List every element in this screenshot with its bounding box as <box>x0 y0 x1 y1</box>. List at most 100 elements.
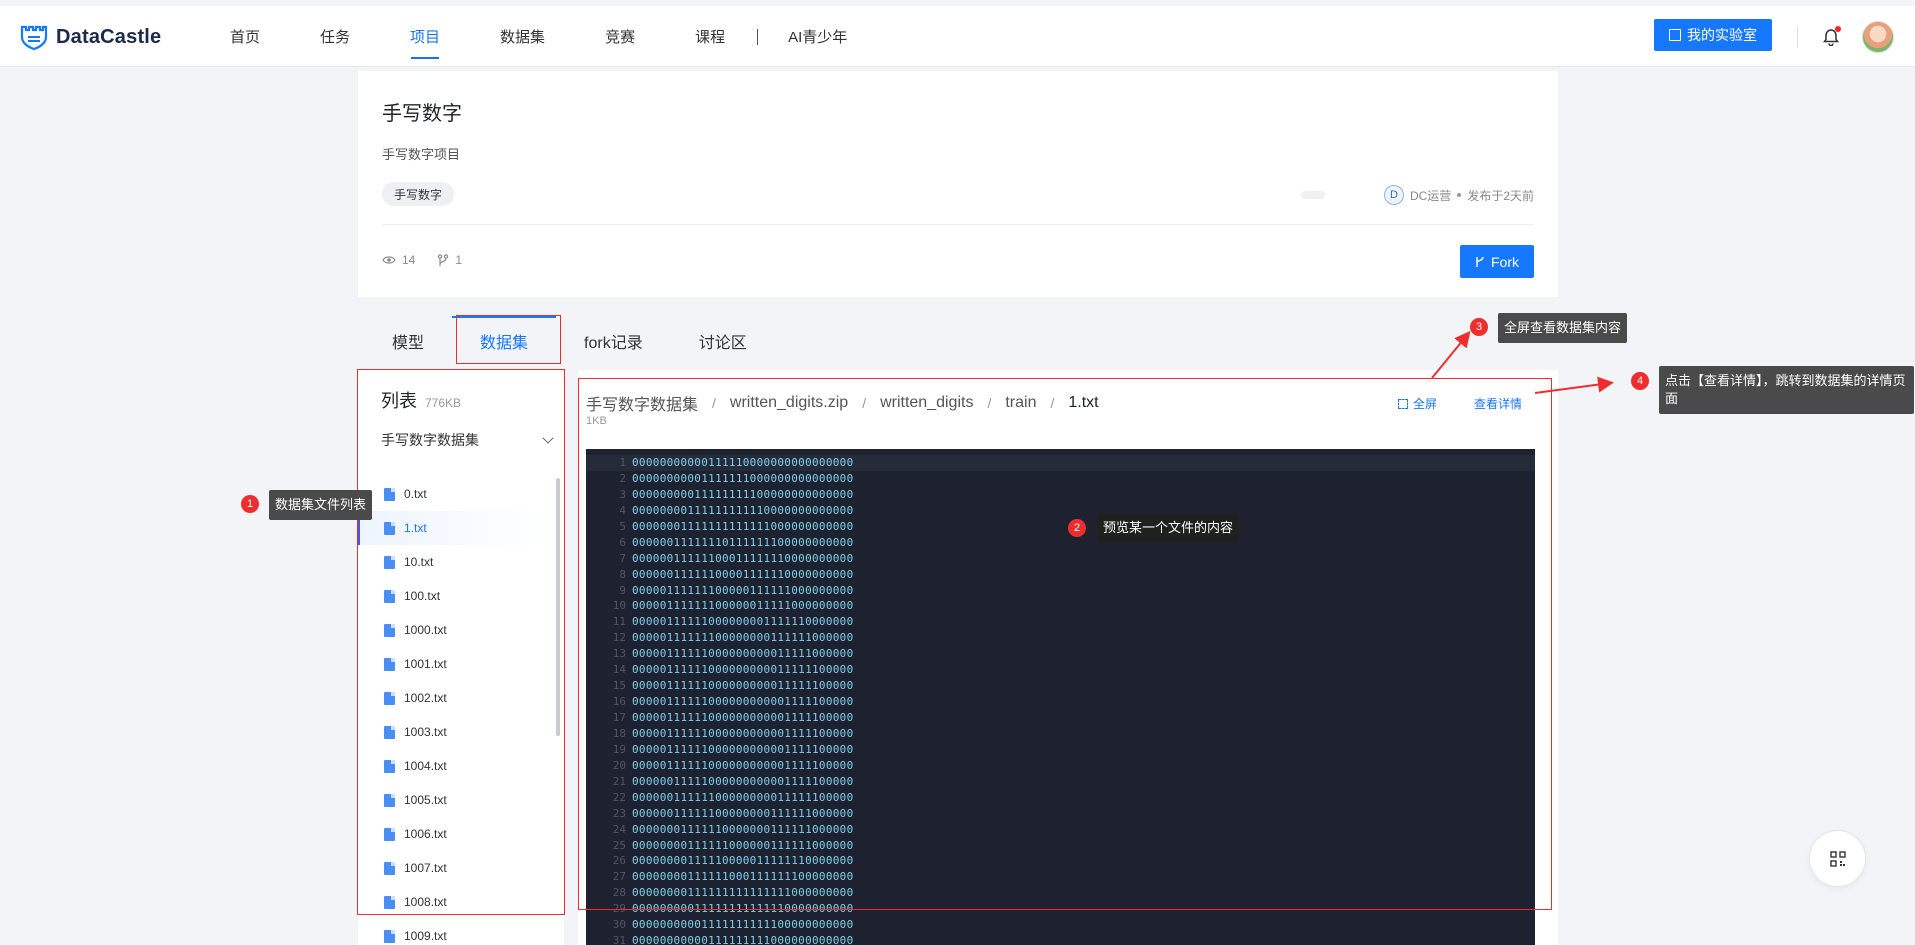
code-line: 31 00000000000111111111000000000000 <box>586 933 1535 945</box>
line-number: 23 <box>612 806 626 820</box>
file-list-item[interactable]: 1008.txt <box>358 885 554 919</box>
file-name: 1008.txt <box>404 895 447 909</box>
code-line: 28 00000000111111111111111000000000 <box>586 885 1535 901</box>
line-content: 00000111111100000011111000000000 <box>632 599 854 613</box>
nav-item-home[interactable]: 首页 <box>200 6 290 67</box>
breadcrumb-item[interactable]: written_digits <box>880 394 973 412</box>
file-list-item[interactable]: 1002.txt <box>358 681 554 715</box>
brand-name: DataCastle <box>56 25 162 48</box>
tab-dataset[interactable]: 数据集 <box>452 316 557 366</box>
file-list-item[interactable]: 1.txt <box>358 511 554 545</box>
file-icon <box>384 623 395 637</box>
nav-item-ai-youth[interactable]: AI青少年 <box>760 6 877 67</box>
code-line: 24 00000001111110000000111111000000 <box>586 822 1535 838</box>
project-tabs: 模型 数据集 fork记录 讨论区 <box>358 316 1558 366</box>
file-icon <box>384 691 395 705</box>
code-line: 22 00000011111100000000011111100000 <box>586 790 1535 806</box>
line-content: 00000111111000000000011111100000 <box>632 663 854 677</box>
line-number: 11 <box>612 615 626 629</box>
file-list-item[interactable]: 1009.txt <box>358 919 554 945</box>
file-list-item[interactable]: 1005.txt <box>358 783 554 817</box>
view-details-link[interactable]: 查看详情 <box>1474 395 1522 412</box>
avatar[interactable] <box>1862 21 1894 53</box>
file-name: 0.txt <box>404 487 427 501</box>
dataset-select[interactable]: 手写数字数据集 <box>381 430 554 450</box>
breadcrumb-item[interactable]: written_digits.zip <box>730 394 848 412</box>
file-list-item[interactable]: 10.txt <box>358 545 554 579</box>
code-line: 17 00000111111000000000001111100000 <box>586 710 1535 726</box>
code-line: 3 00000000011111111100000000000000 <box>586 487 1535 503</box>
annotation-tip-2: 预览某一个文件的内容 <box>1097 513 1240 543</box>
line-number: 3 <box>619 487 626 501</box>
file-icon <box>384 555 395 569</box>
tab-fork-records[interactable]: fork记录 <box>556 316 671 366</box>
file-list-scrollbar[interactable] <box>556 478 560 736</box>
line-number: 2 <box>619 471 626 485</box>
logo[interactable]: DataCastle <box>20 24 161 50</box>
code-line: 20 00000111111000000000001111100000 <box>586 758 1535 774</box>
author-info: D DC运营 发布于2天前 <box>1383 185 1534 205</box>
file-name: 1003.txt <box>404 725 447 739</box>
code-line: 5 00000001111111111111000000000000 <box>586 519 1535 535</box>
line-number: 4 <box>619 503 626 517</box>
main-nav: 首页 任务 项目 数据集 竞赛 课程 AI青少年 <box>200 6 877 67</box>
tab-model[interactable]: 模型 <box>358 316 452 366</box>
author-avatar[interactable]: D <box>1383 185 1404 205</box>
file-list-item[interactable]: 1004.txt <box>358 749 554 783</box>
fork-icon <box>1476 256 1484 267</box>
line-number: 6 <box>619 535 626 549</box>
breadcrumb-separator: / <box>987 395 992 411</box>
nav-item-competitions[interactable]: 竞赛 <box>575 6 665 67</box>
line-number: 30 <box>612 918 626 932</box>
line-number: 5 <box>619 519 626 533</box>
line-number: 24 <box>612 822 626 836</box>
fullscreen-button[interactable]: 全屏 <box>1398 395 1437 412</box>
file-icon <box>384 725 395 739</box>
fork-button[interactable]: Fork <box>1460 245 1534 278</box>
line-number: 16 <box>612 695 626 709</box>
file-list: 0.txt 1.txt 10.txt 100.txt 1000.txt 1001.txt 1… <box>358 477 554 945</box>
file-icon <box>384 487 395 501</box>
fullscreen-label: 全屏 <box>1413 397 1438 411</box>
line-number: 15 <box>612 679 626 693</box>
card-divider <box>382 224 1534 225</box>
author-name[interactable]: DC运营 <box>1410 187 1451 204</box>
file-list-item[interactable]: 1001.txt <box>358 647 554 681</box>
file-list-item[interactable]: 1000.txt <box>358 613 554 647</box>
line-content: 00000011111110111111100000000000 <box>632 535 854 549</box>
file-list-item[interactable]: 1006.txt <box>358 817 554 851</box>
file-list-item[interactable]: 1007.txt <box>358 851 554 885</box>
my-lab-button[interactable]: 我的实验室 <box>1654 19 1772 51</box>
file-name: 1005.txt <box>404 793 447 807</box>
file-list-item[interactable]: 1003.txt <box>358 715 554 749</box>
breadcrumb-item[interactable]: 手写数字数据集 <box>586 391 698 415</box>
tab-discussion[interactable]: 讨论区 <box>671 316 775 366</box>
nav-item-tasks[interactable]: 任务 <box>290 6 380 67</box>
project-stats: 14 1 <box>382 253 462 267</box>
code-line: 11 00000111111000000001111110000000 <box>586 614 1535 630</box>
line-content: 00000111111100000000111111000000 <box>632 631 854 645</box>
nav-item-datasets[interactable]: 数据集 <box>470 6 575 67</box>
file-name: 1001.txt <box>404 657 447 671</box>
project-tag[interactable]: 手写数字 <box>382 182 455 206</box>
code-viewer[interactable]: 1 00000000000111110000000000000000 2 000000… <box>586 449 1535 945</box>
header-divider <box>1797 26 1798 48</box>
file-icon <box>384 929 395 943</box>
line-number: 8 <box>619 567 626 581</box>
code-line: 2 00000000001111111000000000000000 <box>586 471 1535 487</box>
file-list-item[interactable]: 0.txt <box>358 477 554 511</box>
code-line: 1 00000000000111110000000000000000 <box>586 455 1535 471</box>
line-number: 26 <box>612 854 626 868</box>
dot-separator <box>1457 193 1462 197</box>
line-content: 00000000111111111111111000000000 <box>632 886 854 900</box>
breadcrumb-separator: / <box>1050 395 1055 411</box>
annotation-tip-3: 全屏查看数据集内容 <box>1498 313 1628 343</box>
eye-icon <box>382 256 396 264</box>
file-icon <box>384 861 395 875</box>
line-content: 00000111111000000000001111100000 <box>632 742 854 756</box>
nav-item-projects[interactable]: 项目 <box>380 6 470 67</box>
file-list-item[interactable]: 100.txt <box>358 579 554 613</box>
breadcrumb-item[interactable]: train <box>1005 394 1036 412</box>
qr-code-button[interactable] <box>1809 830 1866 887</box>
nav-item-courses[interactable]: 课程 <box>665 6 755 67</box>
